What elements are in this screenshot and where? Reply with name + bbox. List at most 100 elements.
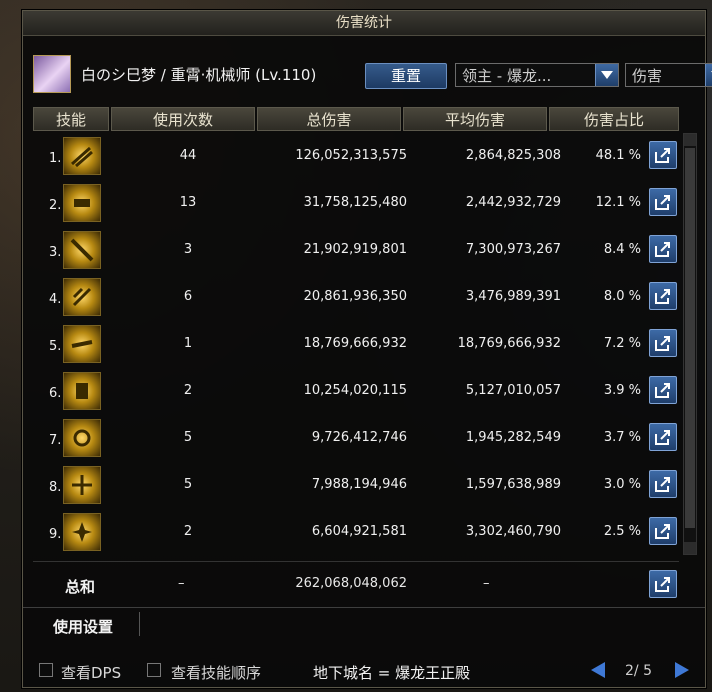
total-damage: 7,988,194,946 xyxy=(311,477,407,492)
chevron-down-icon[interactable] xyxy=(705,64,712,86)
scroll-up-icon[interactable] xyxy=(684,134,696,146)
rank: 2. xyxy=(49,198,62,213)
column-skill[interactable]: 技能 xyxy=(33,107,109,131)
total-damage: 31,758,125,480 xyxy=(303,195,407,210)
average-damage: 7,300,973,267 xyxy=(465,242,561,257)
damage-stats-window: 伤害统计 白のシ巳梦 / 重霄·机械师 (Lv.110) 重置 领主 - 爆龙.… xyxy=(22,10,712,688)
table-row: 3. 3 21,902,919,801 7,300,973,267 8.4 % xyxy=(33,227,679,274)
damage-percent: 8.4 % xyxy=(603,242,641,257)
use-count: 5 xyxy=(183,430,193,445)
average-damage: 1,945,282,549 xyxy=(465,430,561,445)
total-row: 总和 – 262,068,048,062 – xyxy=(33,561,679,606)
export-icon[interactable] xyxy=(649,235,677,263)
metric-select-value: 伤害 xyxy=(632,67,663,85)
damage-percent: 3.9 % xyxy=(603,383,641,398)
total-damage: 126,052,313,575 xyxy=(295,148,407,163)
character-header: 白のシ巳梦 / 重霄·机械师 (Lv.110) 重置 领主 - 爆龙... 伤害 xyxy=(33,55,712,93)
divider xyxy=(139,612,140,636)
next-page-icon[interactable] xyxy=(673,661,691,683)
bottom-bar: 查看DPS 查看技能顺序 地下城名 = 爆龙王正殿 2/ 5 xyxy=(23,651,705,685)
skill-icon xyxy=(63,278,101,316)
character-avatar xyxy=(33,55,71,93)
total-damage: 21,902,919,801 xyxy=(303,242,407,257)
export-icon[interactable] xyxy=(649,329,677,357)
metric-select[interactable]: 伤害 xyxy=(625,63,712,87)
table-row: 9. 2 6,604,921,581 3,302,460,790 2.5 % xyxy=(33,509,679,556)
column-count[interactable]: 使用次数 xyxy=(111,107,255,131)
dungeon-name: 地下城名 = 爆龙王正殿 xyxy=(313,664,471,682)
average-damage: 3,302,460,790 xyxy=(465,524,561,539)
average-damage: 3,476,989,391 xyxy=(465,289,561,304)
show-dps-label[interactable]: 查看DPS xyxy=(61,662,121,683)
damage-percent: 3.0 % xyxy=(603,477,641,492)
skill-icon xyxy=(63,419,101,457)
rank: 1. xyxy=(49,151,62,166)
export-icon[interactable] xyxy=(649,141,677,169)
damage-percent: 48.1 % xyxy=(595,148,641,163)
damage-percent: 3.7 % xyxy=(603,430,641,445)
scroll-down-icon[interactable] xyxy=(684,542,696,554)
use-count: 3 xyxy=(183,242,193,257)
table-row: 4. 6 20,861,936,350 3,476,989,391 8.0 % xyxy=(33,274,679,321)
skill-icon xyxy=(63,231,101,269)
damage-percent: 12.1 % xyxy=(595,195,641,210)
show-dps-checkbox[interactable] xyxy=(39,663,53,677)
skill-icon xyxy=(63,137,101,175)
total-damage: 10,254,020,115 xyxy=(303,383,407,398)
chevron-down-icon[interactable] xyxy=(595,64,618,86)
use-count: 13 xyxy=(179,195,197,210)
skill-icon xyxy=(63,325,101,363)
total-damage: 18,769,666,932 xyxy=(303,336,407,351)
rank: 3. xyxy=(49,245,62,260)
damage-percent: 2.5 % xyxy=(603,524,641,539)
rank: 4. xyxy=(49,292,62,307)
total-damage: 6,604,921,581 xyxy=(311,524,407,539)
export-icon[interactable] xyxy=(649,423,677,451)
table-scrollbar[interactable] xyxy=(683,133,697,555)
use-count: 2 xyxy=(183,524,193,539)
settings-tab[interactable]: 使用设置 xyxy=(53,616,113,637)
skill-icon xyxy=(63,372,101,410)
character-name: 白のシ巳梦 / 重霄·机械师 (Lv.110) xyxy=(81,66,317,84)
show-skill-order-label[interactable]: 查看技能顺序 xyxy=(171,662,261,683)
dungeon-select-value: 领主 - 爆龙... xyxy=(462,67,552,85)
table-row: 8. 5 7,988,194,946 1,597,638,989 3.0 % xyxy=(33,462,679,509)
average-damage: 18,769,666,932 xyxy=(457,336,561,351)
rank: 8. xyxy=(49,480,62,495)
export-icon[interactable] xyxy=(649,188,677,216)
use-count: 2 xyxy=(183,383,193,398)
table-row: 2. 13 31,758,125,480 2,442,932,729 12.1 … xyxy=(33,180,679,227)
use-count: 6 xyxy=(183,289,193,304)
use-count: 5 xyxy=(183,477,193,492)
export-icon[interactable] xyxy=(649,376,677,404)
page-number: 2/ 5 xyxy=(625,663,652,679)
export-icon[interactable] xyxy=(649,470,677,498)
table-row: 1. 44 126,052,313,575 2,864,825,308 48.1… xyxy=(33,133,679,180)
rank: 5. xyxy=(49,339,62,354)
damage-percent: 7.2 % xyxy=(603,336,641,351)
use-count: 1 xyxy=(183,336,193,351)
column-average[interactable]: 平均伤害 xyxy=(403,107,547,131)
prev-page-icon[interactable] xyxy=(589,661,607,683)
rank: 7. xyxy=(49,433,62,448)
scroll-thumb[interactable] xyxy=(685,148,695,528)
skill-icon xyxy=(63,184,101,222)
total-damage: 9,726,412,746 xyxy=(311,430,407,445)
total-damage: 20,861,936,350 xyxy=(303,289,407,304)
reset-button[interactable]: 重置 xyxy=(365,63,447,89)
total-average: – xyxy=(483,576,490,591)
column-percent[interactable]: 伤害占比 xyxy=(549,107,679,131)
use-count: 44 xyxy=(179,148,197,163)
export-icon[interactable] xyxy=(649,282,677,310)
show-skill-order-checkbox[interactable] xyxy=(147,663,161,677)
table-row: 7. 5 9,726,412,746 1,945,282,549 3.7 % xyxy=(33,415,679,462)
rank: 6. xyxy=(49,386,62,401)
export-icon[interactable] xyxy=(649,517,677,545)
damage-percent: 8.0 % xyxy=(603,289,641,304)
export-icon[interactable] xyxy=(649,570,677,598)
column-total[interactable]: 总伤害 xyxy=(257,107,401,131)
table-row: 5. 1 18,769,666,932 18,769,666,932 7.2 % xyxy=(33,321,679,368)
dungeon-select[interactable]: 领主 - 爆龙... xyxy=(455,63,619,87)
total-damage-sum: 262,068,048,062 xyxy=(295,576,407,591)
settings-bar: 使用设置 xyxy=(23,607,705,640)
